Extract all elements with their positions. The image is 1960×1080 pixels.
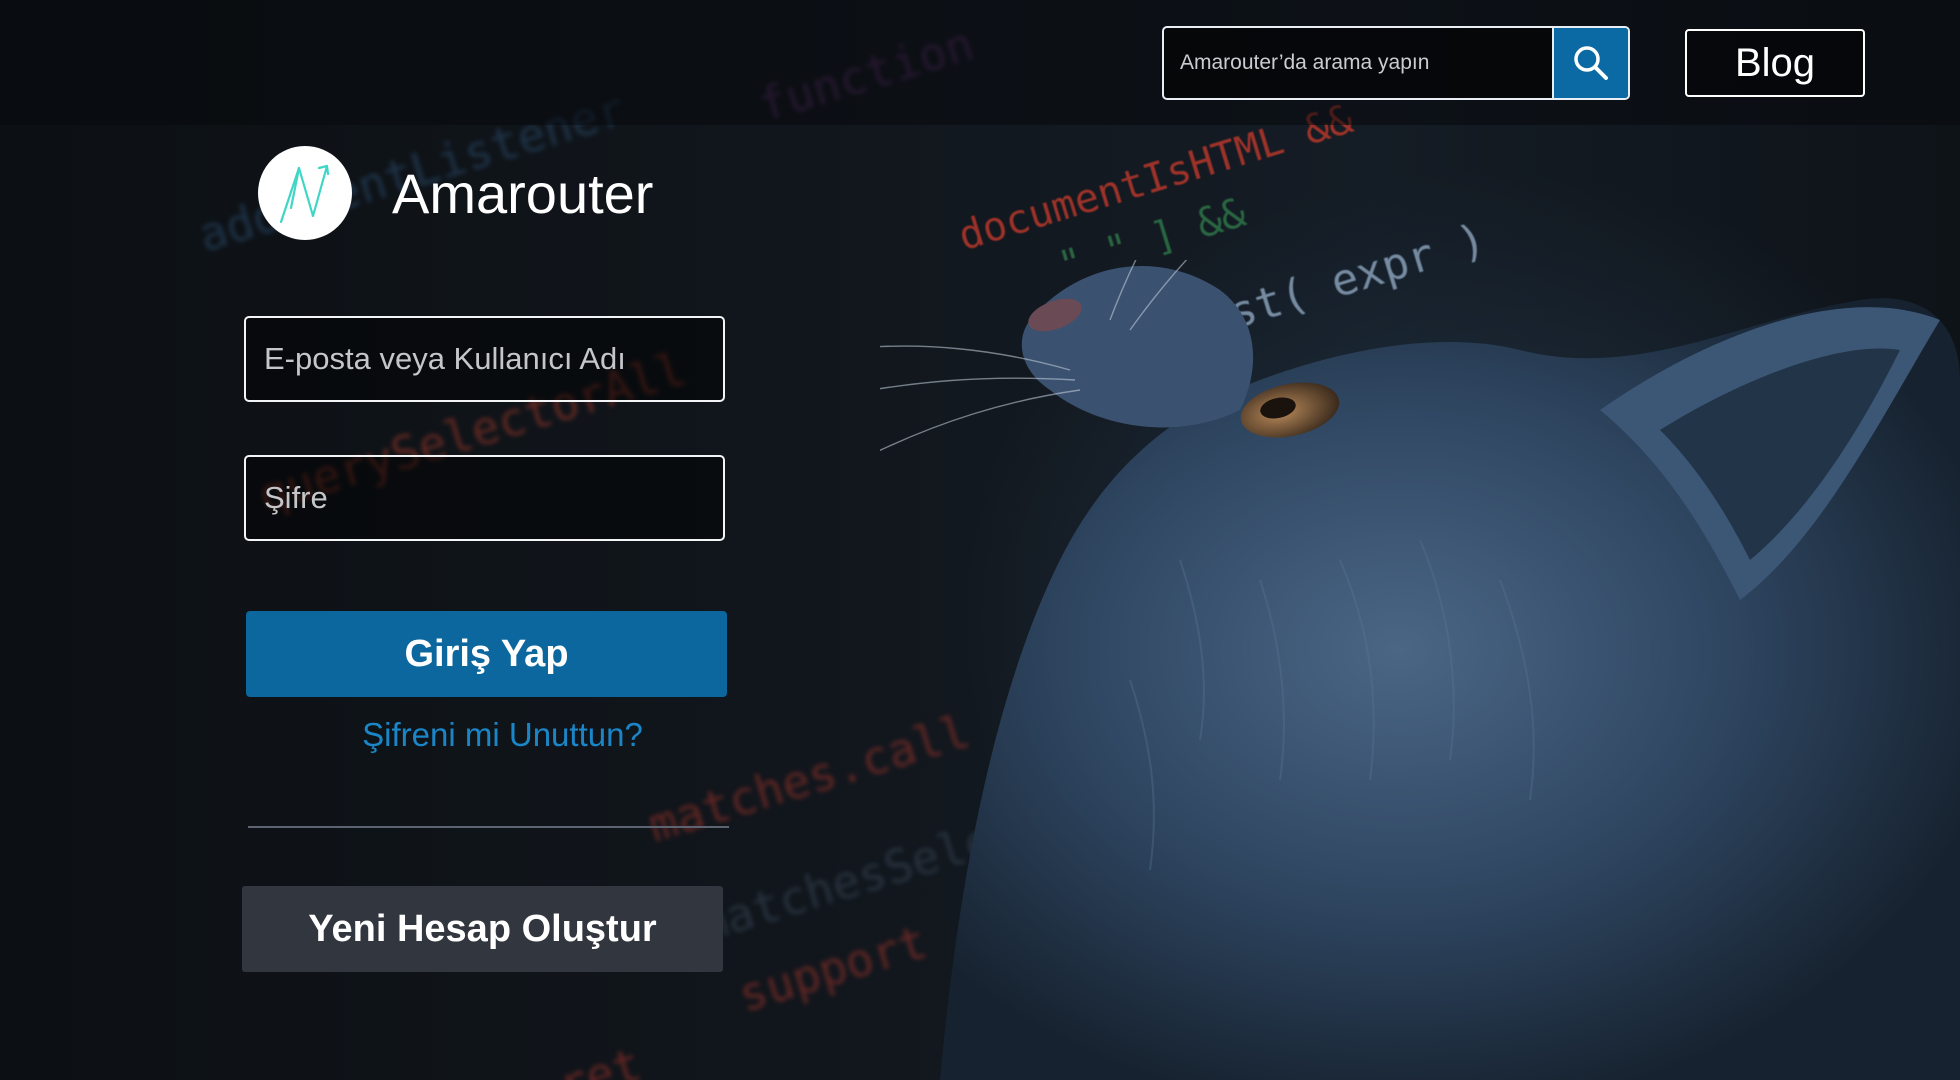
- search-input[interactable]: [1164, 28, 1552, 98]
- create-account-button[interactable]: Yeni Hesap Oluştur: [242, 886, 723, 972]
- password-field[interactable]: [244, 455, 725, 541]
- blog-button[interactable]: Blog: [1685, 29, 1865, 97]
- forgot-password-link[interactable]: Şifreni mi Unuttun?: [246, 716, 759, 754]
- search-bar: [1162, 26, 1630, 100]
- amarouter-logo-icon[interactable]: [258, 146, 352, 240]
- search-icon: [1574, 46, 1608, 80]
- cat-illustration: [880, 260, 1960, 1080]
- brand-name: Amarouter: [392, 162, 654, 225]
- divider: [248, 826, 729, 828]
- search-button[interactable]: [1552, 28, 1628, 98]
- login-button[interactable]: Giriş Yap: [246, 611, 727, 697]
- code-snippet: ret: [552, 1036, 648, 1080]
- email-field[interactable]: [244, 316, 725, 402]
- header-bar: [0, 0, 1960, 125]
